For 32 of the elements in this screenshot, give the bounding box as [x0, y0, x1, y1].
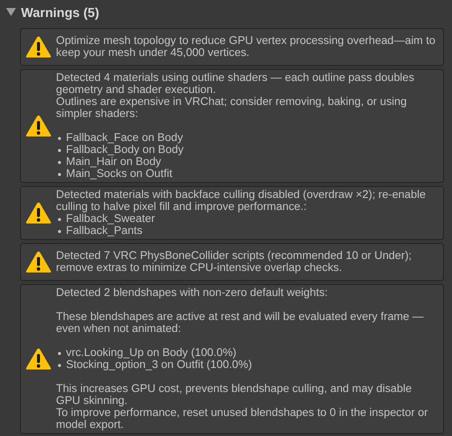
- list-item-text: Main_Socks on Outfit: [66, 168, 172, 180]
- warning-text: Detected 2 blendshapes with non-zero default weights:: [56, 287, 329, 299]
- list-item-text: Fallback_Pants: [66, 225, 142, 237]
- bullet-icon: [58, 148, 61, 152]
- warning-text: Optimize mesh topology to reduce GPU vertex processing overhead—aim to keep your mesh under 45,000 vertices.: [56, 35, 436, 59]
- bullet-icon: [58, 136, 61, 140]
- bullet-icon: [58, 230, 61, 232]
- warning-text: These blendshapes are active at rest and will be evaluated every frame — even when not animated:: [56, 311, 425, 335]
- bullet-icon: [58, 364, 61, 366]
- list-item-text: Stocking_option_3 on Outfit (100.0%): [66, 359, 252, 371]
- list-item-text: Fallback_Body on Body: [66, 144, 184, 156]
- warning-text: To improve performance, reset unused blendshapes to 0 in the inspector or model export.: [56, 407, 429, 431]
- bullet-icon: [58, 160, 61, 164]
- warning-icon: [25, 347, 52, 371]
- warning-text: Detected 7 VRC PhysBoneCollider scripts (recommended 10 or Under); remove extras to minimize CPU-intensive overlap checks.: [56, 250, 413, 274]
- warning-text: This increases GPU cost, prevents blendshape culling, and may disable GPU skinning.: [56, 383, 413, 407]
- list-item-text: Fallback_Face on Body: [66, 132, 183, 144]
- warning-text: Detected 4 materials using outline shaders — each outline pass doubles geometry and shader execution.: [56, 72, 416, 96]
- caret-icon: [6, 7, 16, 17]
- warning-icon: [25, 35, 52, 59]
- list-item-text: vrc.Looking_Up on Body (100.0%): [66, 347, 236, 359]
- warning-text: Detected materials with backface culling disabled (overdraw ×2); re-enable culling to halve pixel fill and improve performance.:: [56, 189, 427, 213]
- list-item-text: Main_Hair on Body: [66, 156, 162, 168]
- warning-icon: [25, 114, 52, 138]
- bullet-icon: [58, 172, 61, 176]
- warning-text: Outlines are expensive in VRChat; consider removing, baking, or using simpler shaders:: [56, 96, 408, 120]
- warnings-foldout[interactable]: Warnings (5): [6, 3, 100, 21]
- warning-icon: [25, 201, 52, 225]
- list-item-text: Fallback_Sweater: [66, 213, 155, 225]
- bullet-icon: [58, 218, 61, 220]
- warning-icon: [25, 250, 52, 274]
- bullet-icon: [58, 352, 61, 354]
